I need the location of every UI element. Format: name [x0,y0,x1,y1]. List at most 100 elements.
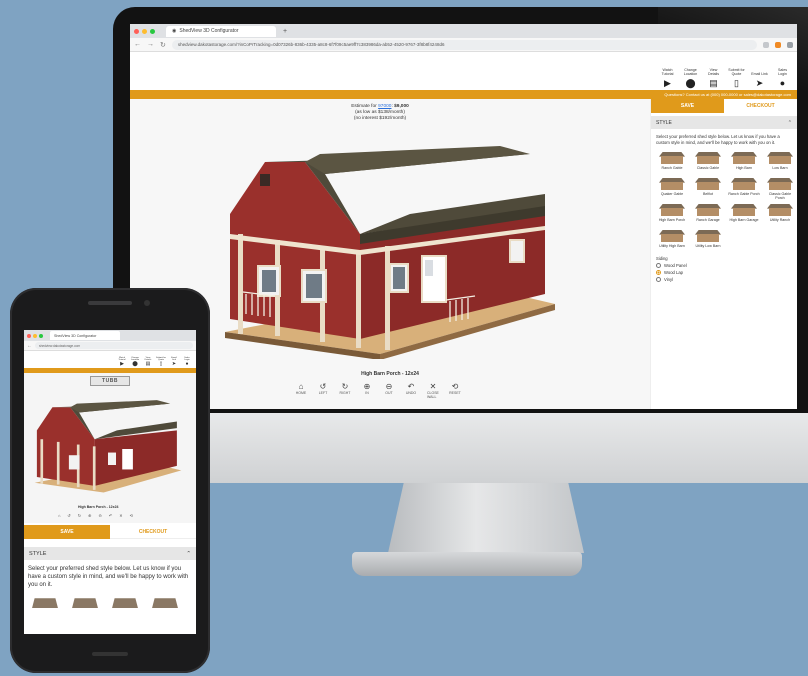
close-wall-icon[interactable]: ✕ [119,513,122,518]
header-button-user[interactable]: Sales Login ● [774,69,791,88]
home-icon[interactable]: ⌂ [58,513,60,518]
style-option-label: Utility Ranch [769,217,791,222]
phone-shed-3d-model[interactable] [28,399,188,495]
forward-arrow-icon[interactable]: → [147,41,154,48]
style-option[interactable]: Ranch Garage [692,203,724,227]
browser-tab-bar: ◉ ShedView 3D Configurator + [130,24,797,38]
back-arrow-icon[interactable]: ← [134,41,141,48]
rotate-left-icon[interactable]: ↺ [67,513,70,518]
style-thumbnail [767,177,793,190]
control-label: OUT [385,391,393,395]
minimize-window-icon[interactable] [33,333,37,338]
close-window-icon[interactable] [27,333,31,338]
close-window-icon[interactable] [134,28,139,34]
header-button-label: Submit for Quote [728,68,745,77]
phone-header-button[interactable]: Sales Login ● [182,357,192,367]
undo-icon[interactable]: ↶ [109,513,112,518]
rotate-right-button[interactable]: ↻ RIGHT [339,383,351,399]
header-button-clipboard[interactable]: Submit for Quote ▯ [728,69,745,88]
style-option[interactable]: Classic Gable Porch [764,177,796,201]
siding-option[interactable]: Wood Lap [656,269,792,275]
panel-tabs: SAVE CHECKOUT [651,99,797,113]
zoom-out-icon[interactable]: ⊖ [99,513,102,518]
reload-icon[interactable]: ↻ [160,41,166,49]
style-thumbnail[interactable] [32,598,58,609]
phone-app-header: Watch Tutorial ▶ Change Location ⬤ View Deta… [24,351,196,368]
minimize-window-icon[interactable] [142,28,147,34]
zoom-in-button[interactable]: ⊕ IN [361,383,373,399]
document-icon: ▤ [709,78,718,88]
phone-header-button[interactable]: Watch Tutorial ▶ [117,357,127,367]
siding-option[interactable]: Wood Panel [656,262,792,268]
style-option[interactable]: High Barn Porch [656,203,688,227]
rotate-left-button[interactable]: ↺ LEFT [317,383,329,399]
maximize-window-icon[interactable] [150,28,155,34]
style-option[interactable]: High Barn Garage [728,203,760,227]
contact-bar: Questions? Contact us at (000) 000-0000 … [130,90,797,99]
header-button-play[interactable]: Watch Tutorial ▶ [659,69,676,88]
style-option-label: High Barn [736,165,752,170]
phone-save-button[interactable]: SAVE [24,525,110,539]
style-option[interactable]: Utility Low Barn [692,229,724,253]
phone-header-button[interactable]: Change Location ⬤ [130,357,140,367]
style-thumbnail[interactable] [72,598,98,609]
style-option[interactable]: Belfiot [692,177,724,201]
extension-icon[interactable] [763,41,769,48]
close-wall-button[interactable]: ✕ CLOSE WALL [427,383,439,400]
rotate-right-icon[interactable]: ↻ [78,513,81,518]
style-option-label: Quaker Gable [660,191,684,196]
back-arrow-icon[interactable]: ← [27,343,32,349]
style-option[interactable]: Quaker Gable [656,177,688,201]
save-button[interactable]: SAVE [651,99,724,113]
reset-icon[interactable]: ⟲ [130,513,133,518]
radio-button[interactable] [656,276,661,282]
zoom-in-icon[interactable]: ⊕ [88,513,91,518]
style-option[interactable]: High Barn [728,151,760,175]
phone-header-button[interactable]: View Details ▤ [143,357,153,367]
header-button-send[interactable]: Email Link ➤ [751,72,768,88]
control-label: IN [365,391,369,395]
style-option[interactable]: Low Barn [764,151,796,175]
profile-icon[interactable] [787,41,793,48]
browser-tab[interactable]: ◉ ShedView 3D Configurator [166,25,276,37]
viewer-controls: ⌂ HOME ↺ LEFT ↻ RIGHT ⊕ IN ⊖ OUT ↶ UNDO ✕ CLOSE WALL ⟲… [295,383,461,400]
extension-icon[interactable] [775,41,781,48]
phone-address-field[interactable]: shedview.dakotastorage.com [35,342,193,349]
phone-checkout-button[interactable]: CHECKOUT [110,525,196,539]
shed-3d-model[interactable] [210,144,570,359]
style-option[interactable]: Classic Gable [692,151,724,175]
style-thumbnail [695,229,721,242]
header-button-document[interactable]: View Details ▤ [705,69,722,88]
header-button-location-pin[interactable]: Change Location ⬤ [682,69,699,88]
radio-button[interactable] [656,269,661,275]
style-option[interactable]: Utility High Barn [656,229,688,253]
control-label: HOME [295,391,307,395]
siding-option[interactable]: Vinyl [656,276,792,282]
style-section-title: STYLE [656,119,672,126]
phone-style-section-header[interactable]: STYLE ⌃ [24,547,196,560]
new-tab-icon[interactable]: + [283,28,287,35]
radio-button[interactable] [656,262,661,268]
user-icon: ● [185,361,189,367]
siding-label: Siding [656,255,668,261]
reset-button[interactable]: ⟲ RESET [449,383,461,399]
style-option[interactable]: Utility Ranch [764,203,796,227]
style-section-header[interactable]: STYLE ⌃ [651,116,797,129]
style-thumbnail[interactable] [152,598,178,609]
phone-header-button[interactable]: Email Link ➤ [169,357,179,367]
home-button[interactable]: ⌂ HOME [295,383,307,399]
maximize-window-icon[interactable] [39,333,43,338]
phone-header-button[interactable]: Submit for Quote ▯ [156,357,166,367]
zoom-out-button[interactable]: ⊖ OUT [383,383,395,399]
style-option[interactable]: Ranch Gable Porch [728,177,760,201]
phone-browser-tab[interactable]: ShedView 3D Configurator [50,331,120,340]
siding-option-label: Wood Lap [664,269,684,275]
checkout-button[interactable]: CHECKOUT [724,99,797,113]
phone-3d-viewer[interactable]: TUBB High Barn Porch - 12x24 ⌂ ↺ ↻ ⊕ ⊖ ↶ ✕ ⟲ [24,373,196,523]
style-thumbnail[interactable] [112,598,138,609]
estimate-zip-link[interactable]: 97000 [378,104,391,109]
siding-options: Siding Wood Panel Wood Lap Vinyl [651,253,797,285]
style-option[interactable]: Ranch Gable [656,151,688,175]
address-field[interactable]: shedview.dakotastorage.com/?inCoPrTracki… [171,39,757,50]
undo-button[interactable]: ↶ UNDO [405,383,417,399]
